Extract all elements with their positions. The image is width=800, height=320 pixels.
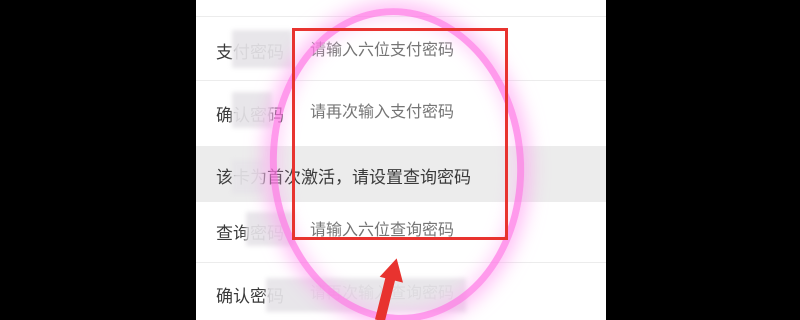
form-panel: 支付密码 确认密码 该卡为首次激活，请设置查询密码 查询密码 确认密码 xyxy=(196,0,606,320)
highlight-rectangle xyxy=(292,28,508,240)
blur-patch xyxy=(232,160,264,194)
blur-patch xyxy=(232,30,292,68)
blur-patch xyxy=(232,92,272,128)
